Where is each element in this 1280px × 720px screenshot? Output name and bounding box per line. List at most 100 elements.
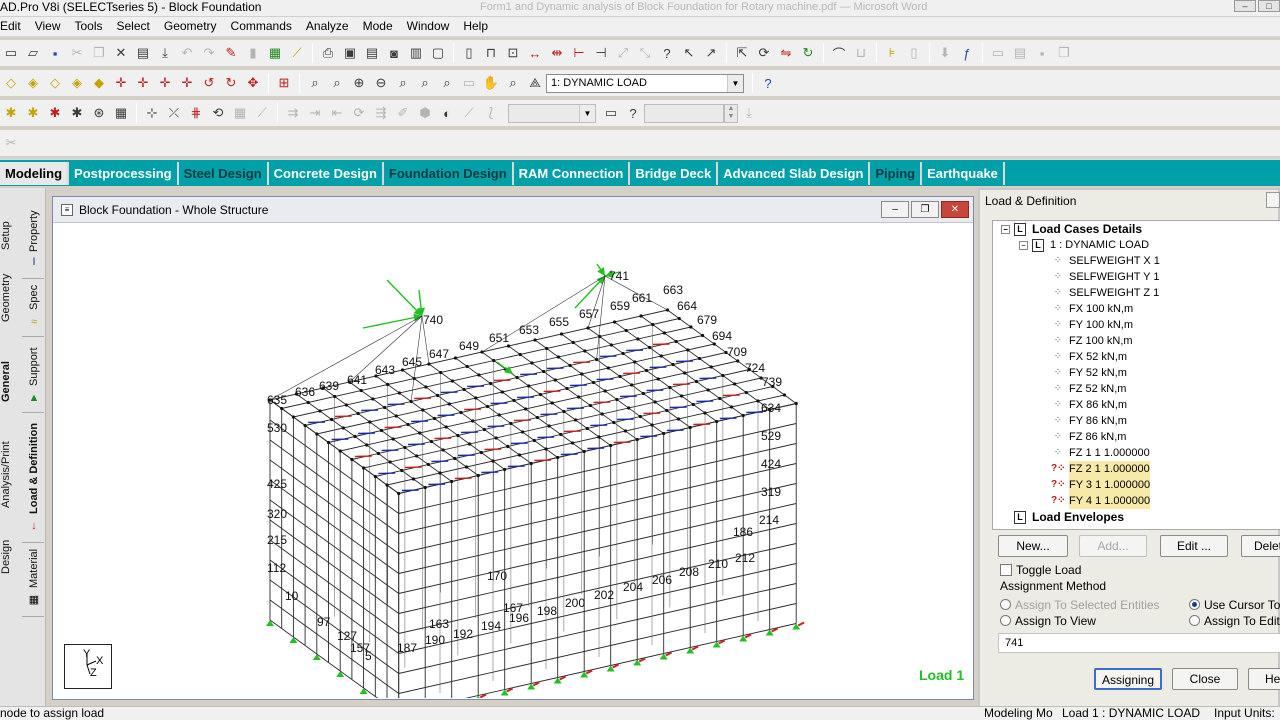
- node[interactable]: [550, 401, 554, 405]
- node[interactable]: [397, 491, 401, 496]
- zoom-dynamic-icon[interactable]: ⌕: [328, 74, 346, 92]
- node[interactable]: [565, 386, 569, 391]
- scale-input[interactable]: [644, 103, 724, 123]
- node[interactable]: [500, 390, 504, 394]
- time-history-icon[interactable]: ⟅: [482, 104, 500, 122]
- display-whole-icon[interactable]: ⊞: [275, 74, 293, 92]
- specification-icon[interactable]: ▯: [905, 44, 923, 62]
- node[interactable]: [677, 316, 681, 321]
- zoom-all-icon[interactable]: ⌕: [416, 74, 434, 92]
- node[interactable]: [506, 444, 510, 449]
- node[interactable]: [603, 389, 607, 393]
- node[interactable]: [438, 471, 442, 475]
- edit-button[interactable]: Edit ...: [1160, 535, 1228, 557]
- node[interactable]: [574, 418, 578, 422]
- zoom-previous-icon[interactable]: ⌕: [394, 74, 412, 92]
- tree-load-item[interactable]: ⁘ FX 100 kN,m: [1051, 301, 1133, 317]
- node[interactable]: [326, 440, 331, 445]
- translate-icon[interactable]: ⇱: [733, 44, 751, 62]
- tree-load-item[interactable]: ⁘ FY 86 kN,m: [1051, 413, 1127, 429]
- node[interactable]: [600, 412, 604, 416]
- assign-list-field[interactable]: 741: [998, 633, 1280, 653]
- nodes-cursor-icon[interactable]: ✱: [2, 104, 20, 122]
- node[interactable]: [509, 421, 513, 426]
- menu-analyze[interactable]: Analyze: [299, 17, 356, 36]
- new-view-icon[interactable]: ▭: [460, 74, 478, 92]
- node[interactable]: [482, 427, 486, 432]
- zoom-in-icon[interactable]: ⊕: [350, 74, 368, 92]
- solids-cursor-icon[interactable]: ⊛: [90, 104, 108, 122]
- add-load-icon[interactable]: ⇉: [284, 104, 302, 122]
- node[interactable]: [756, 399, 760, 403]
- print-preview-icon[interactable]: ▣: [341, 44, 359, 62]
- help-question-icon[interactable]: ?: [658, 44, 676, 62]
- floor-load-icon[interactable]: ⟳: [350, 104, 368, 122]
- node[interactable]: [403, 445, 407, 450]
- tree-load-item[interactable]: ⁘ FY 52 kN,m: [1051, 365, 1127, 381]
- insert-node-icon[interactable]: ⊔: [852, 44, 870, 62]
- node[interactable]: [641, 391, 646, 396]
- node[interactable]: [397, 391, 401, 395]
- maximize-icon[interactable]: □: [1258, 0, 1280, 12]
- node[interactable]: [423, 485, 427, 490]
- node[interactable]: [368, 420, 372, 424]
- node[interactable]: [371, 397, 375, 401]
- node[interactable]: [518, 352, 522, 357]
- collapse-icon[interactable]: −: [1019, 240, 1028, 250]
- node[interactable]: [544, 447, 548, 451]
- node[interactable]: [453, 456, 457, 461]
- help-button[interactable]: Help: [1248, 668, 1280, 690]
- scale-spinner[interactable]: ▲ ▼: [724, 103, 738, 123]
- node[interactable]: [668, 385, 672, 390]
- wind-load-icon[interactable]: ✐: [394, 104, 412, 122]
- node-icon[interactable]: ▯: [460, 44, 478, 62]
- print-icon[interactable]: ⎙: [319, 44, 337, 62]
- circular-repeat-icon[interactable]: ↻: [799, 44, 817, 62]
- node[interactable]: [464, 465, 469, 469]
- node[interactable]: [465, 364, 469, 369]
- model-canvas[interactable]: 740 741 663 661 664 659 657 655 653 651 649 647 645 6…: [57, 224, 971, 698]
- tree-load-item[interactable]: ?⁘ FZ 2 1 1.000000: [1051, 461, 1150, 477]
- node[interactable]: [733, 382, 737, 386]
- magic-wand-icon[interactable]: ⟋: [288, 44, 306, 62]
- node[interactable]: [373, 474, 377, 479]
- download-icon[interactable]: ⤓: [156, 44, 174, 62]
- page-setup-icon[interactable]: ▢: [429, 44, 447, 62]
- node[interactable]: [497, 413, 501, 417]
- camera-icon[interactable]: ◙: [385, 44, 403, 62]
- node[interactable]: [691, 402, 695, 407]
- rotate-left-icon[interactable]: ✛: [156, 74, 174, 92]
- node[interactable]: [532, 438, 536, 443]
- add-button[interactable]: Add...: [1079, 535, 1147, 557]
- node[interactable]: [527, 384, 531, 388]
- tree-load-case[interactable]: − L 1 : DYNAMIC LOAD: [1019, 237, 1149, 253]
- node[interactable]: [333, 394, 337, 399]
- node[interactable]: [794, 401, 798, 406]
- node[interactable]: [418, 431, 422, 435]
- node[interactable]: [659, 354, 663, 358]
- node[interactable]: [359, 388, 363, 393]
- node[interactable]: [615, 397, 619, 402]
- node[interactable]: [533, 338, 537, 342]
- node[interactable]: [744, 390, 748, 395]
- menu-mode[interactable]: Mode: [356, 17, 400, 36]
- vtab-design[interactable]: Design: [0, 540, 12, 574]
- node[interactable]: [665, 408, 669, 413]
- scissors-icon[interactable]: ✂: [2, 134, 20, 152]
- tree-load-item[interactable]: ⁘ SELFWEIGHT Y 1: [1051, 269, 1160, 285]
- node[interactable]: [662, 431, 666, 436]
- node[interactable]: [318, 409, 322, 413]
- node[interactable]: [350, 457, 354, 462]
- tree-load-item[interactable]: ⁘ FY 100 kN,m: [1051, 317, 1133, 333]
- zoom-window-icon[interactable]: ⌕: [306, 74, 324, 92]
- delete-icon[interactable]: ✕: [112, 44, 130, 62]
- tab-concrete-design[interactable]: Concrete Design: [269, 162, 384, 185]
- node[interactable]: [688, 425, 692, 430]
- new-button[interactable]: New...: [998, 535, 1068, 557]
- node[interactable]: [542, 369, 546, 374]
- node[interactable]: [577, 395, 581, 399]
- node[interactable]: [562, 409, 566, 414]
- node[interactable]: [662, 331, 667, 335]
- tab-steel-design[interactable]: Steel Design: [179, 162, 269, 185]
- vtab-analysis-print[interactable]: Analysis/Print: [0, 441, 12, 508]
